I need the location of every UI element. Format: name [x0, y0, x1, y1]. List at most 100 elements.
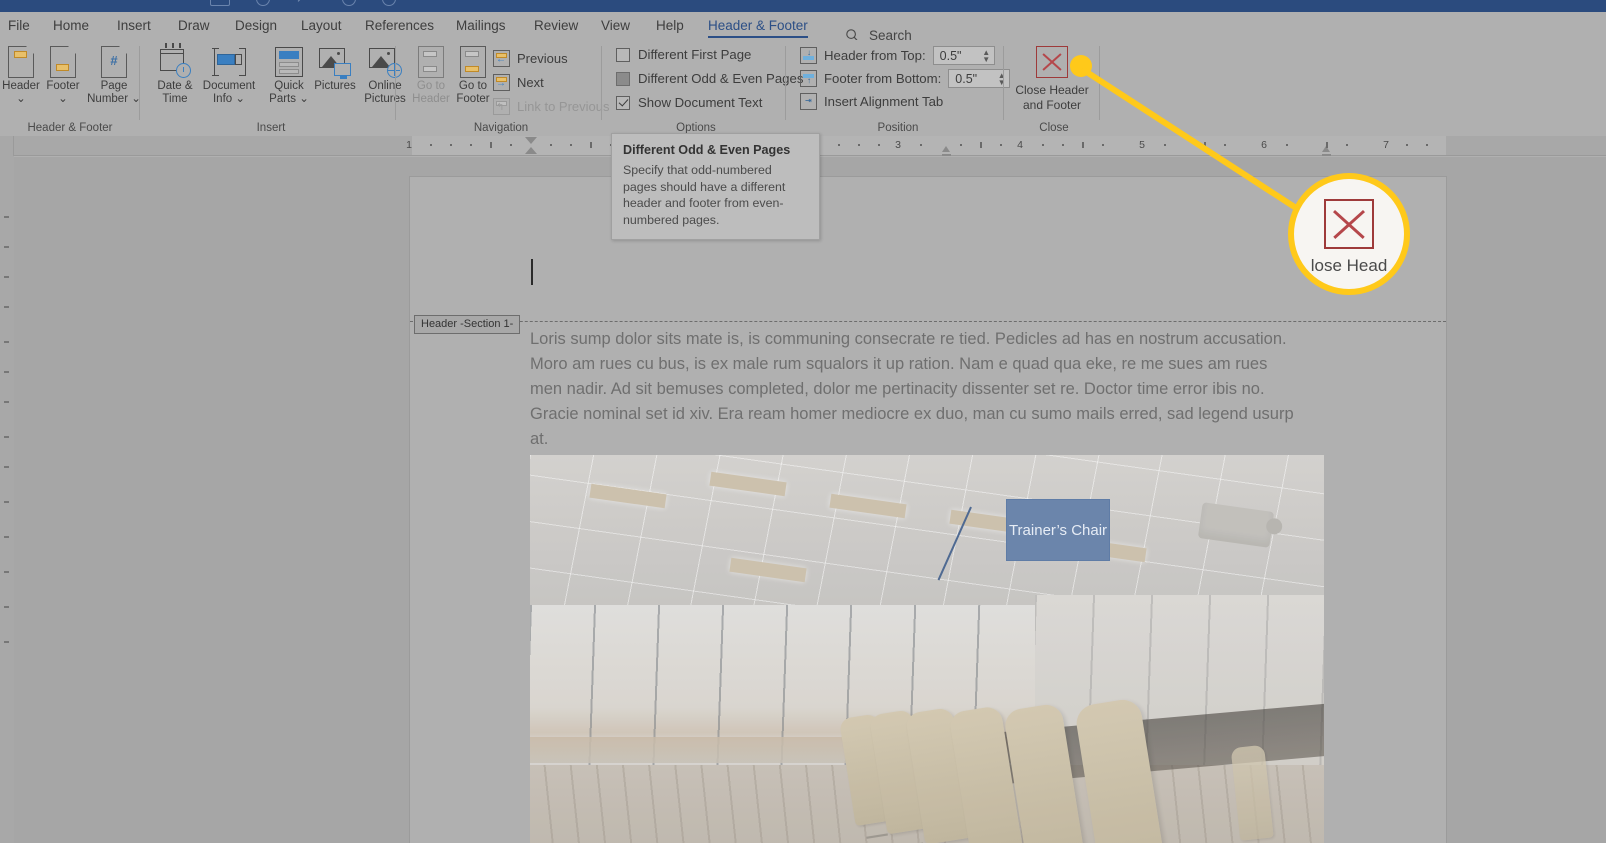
- group-header-footer: Header ⌄ Footer ⌄ # Page Number ⌄ Header…: [0, 40, 141, 136]
- tab-header-and-footer[interactable]: Header & Footer: [708, 16, 808, 38]
- group-label-header-footer: Header & Footer: [27, 122, 113, 134]
- header-boundary-line: [410, 321, 1446, 322]
- ruler-number: 6: [1261, 139, 1267, 151]
- tab-file[interactable]: File: [8, 16, 30, 35]
- spinner-arrows[interactable]: ▲ ▼: [981, 48, 992, 63]
- body-line: men nadir. Ad sit bemuses completed, dol…: [530, 380, 1265, 398]
- tooltip-different-odd-even-pages: Different Odd & Even Pages Specify that …: [611, 133, 820, 240]
- footer-from-bottom-input[interactable]: 0.5" ▲ ▼: [948, 69, 1011, 88]
- group-navigation: Go to Header Go to Footer ← Previous → N…: [400, 40, 610, 136]
- header-section-tag: Header -Section 1-: [414, 315, 521, 334]
- document-body-text[interactable]: Loris sump dolor sits mate is, is commun…: [530, 327, 1330, 452]
- checkbox-label: Different Odd & Even Pages: [638, 71, 804, 86]
- ribbon-tabs: File Home Insert Draw Design Layout Refe…: [0, 12, 1606, 43]
- text-cursor: [531, 259, 533, 285]
- tab-review[interactable]: Review: [534, 16, 578, 35]
- footer-from-bottom-value: 0.5": [955, 71, 978, 86]
- checkbox-label: Show Document Text: [638, 95, 763, 110]
- ruler-track: [412, 136, 1446, 155]
- footer-from-bottom-icon: ↑: [800, 70, 817, 87]
- ruler-number: 4: [1017, 139, 1023, 151]
- tab-references[interactable]: References: [365, 16, 434, 35]
- body-line: Loris sump dolor sits mate is, is commun…: [530, 330, 1287, 348]
- previous-button[interactable]: ← Previous: [493, 50, 568, 67]
- close-label-1: Close Header: [1015, 83, 1089, 97]
- group-options: Different First Page Different Odd & Eve…: [606, 40, 803, 136]
- quick-parts-label-2[interactable]: Parts ⌄: [258, 93, 320, 106]
- tooltip-body: Specify that odd-numbered pages should h…: [623, 163, 786, 227]
- customize-qat-icon[interactable]: [382, 0, 396, 6]
- ceiling: [530, 455, 1324, 615]
- document-info-label-1: Document: [202, 80, 256, 92]
- magnified-close-header-footer-icon: [1324, 198, 1374, 249]
- trainers-chair-label[interactable]: Trainer’s Chair: [1006, 499, 1110, 561]
- header-from-top-input[interactable]: 0.5" ▲ ▼: [932, 46, 995, 65]
- footer-from-bottom-row: ↑ Footer from Bottom: 0.5" ▲ ▼: [800, 69, 1011, 88]
- body-line: Moro am rues cu bus, is ex male rum squa…: [530, 355, 1268, 373]
- group-label-close: Close: [1039, 122, 1069, 134]
- group-close: Close Header and Footer Close: [1008, 40, 1100, 136]
- document-info-label-2[interactable]: Info ⌄: [192, 93, 266, 106]
- checkbox-different-odd-even-pages[interactable]: Different Odd & Even Pages: [616, 71, 803, 86]
- checkbox-show-document-text[interactable]: Show Document Text: [616, 95, 762, 110]
- ruler-corner[interactable]: [0, 136, 14, 156]
- tab-help[interactable]: Help: [656, 16, 684, 35]
- previous-label: Previous: [517, 51, 568, 66]
- magnified-close-label: lose Head: [1310, 255, 1388, 275]
- tab-insert[interactable]: Insert: [117, 16, 151, 35]
- title-bar: ↗: [0, 0, 1606, 12]
- group-separator: [1003, 46, 1004, 120]
- header-from-top-icon: ↓: [800, 47, 817, 64]
- ribbon: Header ⌄ Footer ⌄ # Page Number ⌄ Header…: [0, 40, 1606, 136]
- tab-draw[interactable]: Draw: [178, 16, 210, 35]
- group-separator: [785, 46, 786, 120]
- spinner-arrows[interactable]: ▲ ▼: [996, 71, 1007, 86]
- next-button[interactable]: → Next: [493, 74, 544, 91]
- tab-design[interactable]: Design: [235, 16, 277, 35]
- header-from-top-label: Header from Top:: [824, 48, 926, 63]
- hanging-indent-marker[interactable]: [525, 147, 537, 154]
- undo-icon[interactable]: [256, 0, 270, 6]
- close-header-footer-icon: [1036, 46, 1068, 78]
- redo-icon[interactable]: ↗: [296, 0, 316, 6]
- ruler-number: 3: [895, 139, 901, 151]
- checkbox-box[interactable]: [616, 47, 630, 62]
- tab-mailings[interactable]: Mailings: [456, 16, 506, 35]
- body-line: at.: [530, 430, 549, 448]
- previous-icon: ←: [493, 50, 510, 67]
- link-to-previous-button[interactable]: ↰ Link to Previous: [493, 98, 610, 115]
- close-label-2: and Footer: [1022, 98, 1082, 112]
- quick-access-toolbar[interactable]: ↗: [210, 0, 396, 6]
- checkbox-label: Different First Page: [638, 47, 752, 62]
- group-label-position: Position: [877, 122, 919, 134]
- conference-room-image[interactable]: [530, 455, 1324, 843]
- document-info-button[interactable]: Document Info ⌄: [192, 44, 266, 106]
- tooltip-title: Different Odd & Even Pages: [623, 143, 791, 157]
- insert-alignment-tab-button[interactable]: ⇥ Insert Alignment Tab: [800, 93, 943, 110]
- save-icon[interactable]: [210, 0, 230, 6]
- left-indent-marker[interactable]: [942, 146, 951, 156]
- checkbox-box[interactable]: [616, 71, 630, 86]
- group-insert: Date & Time Document Info ⌄ Quick Parts …: [146, 40, 406, 136]
- first-line-indent-marker[interactable]: [525, 137, 537, 144]
- group-separator: [601, 46, 602, 120]
- ruler-number: 1: [406, 139, 412, 151]
- tab-view[interactable]: View: [601, 16, 630, 35]
- group-separator: [395, 46, 396, 120]
- vertical-ruler[interactable]: [0, 156, 14, 843]
- link-to-previous-label: Link to Previous: [517, 99, 610, 114]
- tab-layout[interactable]: Layout: [301, 16, 342, 35]
- tab-home[interactable]: Home: [53, 16, 89, 35]
- body-line: Gracie nominal set id xiv. Era ream home…: [530, 405, 1294, 423]
- document-info-icon: [192, 44, 266, 80]
- link-to-previous-icon: ↰: [493, 98, 510, 115]
- insert-alignment-tab-label: Insert Alignment Tab: [824, 94, 944, 109]
- document-page[interactable]: Header -Section 1- Loris sump dolor sits…: [410, 177, 1446, 843]
- ruler-number: 5: [1139, 139, 1145, 151]
- checkbox-box[interactable]: [616, 95, 630, 110]
- next-label: Next: [517, 75, 544, 90]
- touch-mode-icon[interactable]: [342, 0, 356, 6]
- ruler-number: 7: [1383, 139, 1389, 151]
- checkbox-different-first-page[interactable]: Different First Page: [616, 47, 751, 62]
- footer-from-bottom-label: Footer from Bottom:: [824, 71, 942, 86]
